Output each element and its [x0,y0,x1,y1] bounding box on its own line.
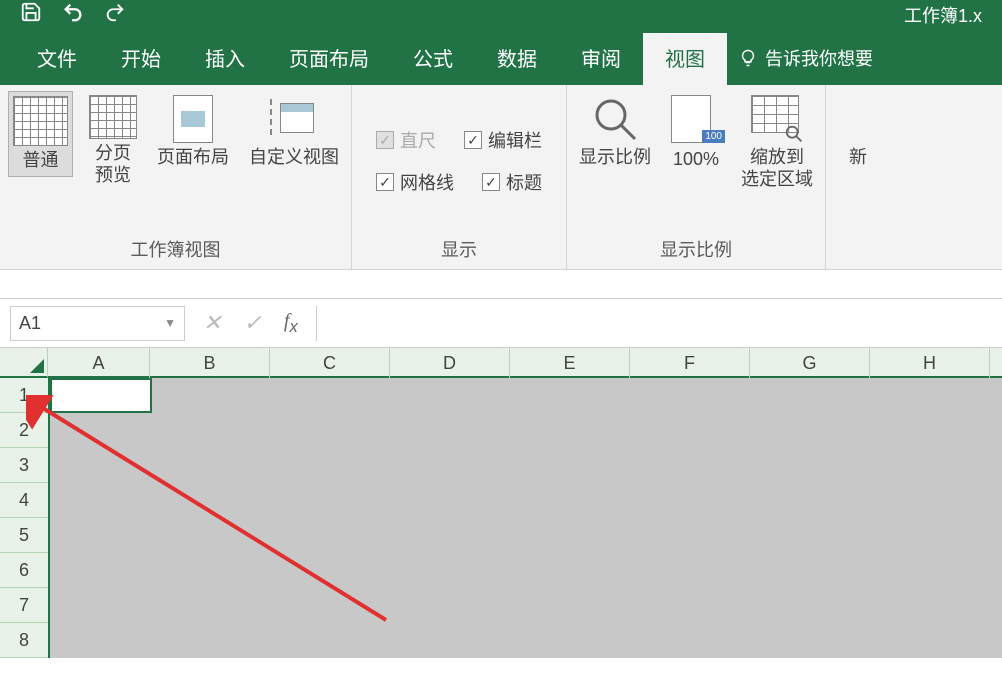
formula-bar-label: 编辑栏 [488,127,542,153]
cell-a1[interactable] [50,378,152,413]
normal-view-label: 普通 [23,150,59,172]
column-header[interactable]: F [630,348,750,378]
custom-views-button[interactable]: 自定义视图 [245,91,343,173]
column-header[interactable]: C [270,348,390,378]
gridlines-label: 网格线 [400,169,454,195]
column-header[interactable]: G [750,348,870,378]
tab-review[interactable]: 审阅 [559,33,643,82]
zoom-label: 显示比例 [579,147,651,169]
zoom-group-label: 显示比例 [575,231,817,267]
headings-checkbox[interactable]: ✓ 标题 [478,161,546,203]
zoom-to-selection-button[interactable]: 缩放到 选定区域 [737,91,817,194]
quick-access-toolbar [20,1,126,29]
zoom-selection-icon [751,95,803,143]
new-window-label: 新 [849,147,867,169]
column-header[interactable]: A [48,348,150,378]
menubar: 文件 开始 插入 页面布局 公式 数据 审阅 视图 告诉我你想要 [0,30,1002,85]
checkbox-icon: ✓ [464,131,482,149]
tell-me-search[interactable]: 告诉我你想要 [727,45,885,71]
row-header[interactable]: 4 [0,483,48,518]
tab-home[interactable]: 开始 [99,33,183,82]
name-box-value: A1 [19,313,41,334]
row-header[interactable]: 8 [0,623,48,658]
checkbox-icon: ✓ [482,173,500,191]
tab-insert[interactable]: 插入 [183,33,267,82]
formula-bar-controls: ✕ ✓ fx [185,310,316,337]
custom-view-icon [270,95,318,143]
workbook-views-group-label: 工作簿视图 [8,231,343,267]
ribbon-group-workbook-views: 普通 分页 预览 页面布局 自定义视图 工作簿视图 [0,85,352,269]
magnifier-icon [591,95,639,143]
zoom-button[interactable]: 显示比例 [575,91,655,173]
tab-view[interactable]: 视图 [643,33,727,92]
ribbon-group-zoom: 显示比例 100 100% 缩放到 选定区域 显示比例 [567,85,826,269]
zoom-100-label: 100% [673,149,719,171]
workbook-title: 工作簿1.x [904,2,982,28]
formula-bar-checkbox[interactable]: ✓ 编辑栏 [460,119,546,161]
row-header[interactable]: 5 [0,518,48,553]
ribbon-group-window: 新 [826,85,890,269]
ribbon-group-show: ✓ 直尺 ✓ 编辑栏 ✓ 网格线 ✓ 标题 显示 [352,85,567,269]
window-icon [838,95,878,143]
page-layout-view-label: 页面布局 [157,147,229,169]
page-break-preview-button[interactable]: 分页 预览 [85,91,141,190]
column-header[interactable]: H [870,348,990,378]
row-headers: 1 2 3 4 5 6 7 8 [0,378,50,658]
column-headers: A B C D E F G H [0,348,1002,378]
ribbon: 普通 分页 预览 页面布局 自定义视图 工作簿视图 ✓ 直尺 [0,85,1002,270]
custom-views-label: 自定义视图 [249,147,339,169]
cell-grid[interactable] [50,378,1002,658]
page-100-icon: 100 [671,95,721,145]
row-header[interactable]: 1 [0,378,48,413]
row-header[interactable]: 2 [0,413,48,448]
chevron-down-icon[interactable]: ▼ [164,316,176,330]
column-header[interactable]: D [390,348,510,378]
tab-file[interactable]: 文件 [15,33,99,82]
headings-label: 标题 [506,169,542,195]
enter-icon: ✓ [243,310,261,336]
row-header[interactable]: 6 [0,553,48,588]
fx-icon[interactable]: fx [284,310,298,337]
checkbox-icon: ✓ [376,131,394,149]
redo-icon[interactable] [104,1,126,29]
formula-bar-row: A1 ▼ ✕ ✓ fx [0,298,1002,348]
save-icon[interactable] [20,1,42,29]
page-icon [173,95,213,143]
column-header[interactable]: B [150,348,270,378]
gridlines-checkbox[interactable]: ✓ 网格线 [372,161,458,203]
row-header[interactable]: 7 [0,588,48,623]
new-window-button[interactable]: 新 [834,91,882,173]
lightbulb-icon [739,49,757,67]
page-layout-view-button[interactable]: 页面布局 [153,91,233,173]
tell-me-label: 告诉我你想要 [765,45,873,71]
ruler-label: 直尺 [400,127,436,153]
show-group-label: 显示 [372,231,546,267]
tab-page-layout[interactable]: 页面布局 [267,33,391,82]
tab-formulas[interactable]: 公式 [391,33,475,82]
normal-view-button[interactable]: 普通 [8,91,73,177]
checkbox-icon: ✓ [376,173,394,191]
cancel-icon: ✕ [203,310,221,336]
tab-data[interactable]: 数据 [475,33,559,82]
undo-icon[interactable] [60,1,86,29]
grid-icon [13,96,68,146]
spreadsheet-area: A B C D E F G H 1 2 3 4 5 6 7 8 [0,348,1002,658]
name-box[interactable]: A1 ▼ [10,306,185,341]
ruler-checkbox: ✓ 直尺 [372,119,440,161]
zoom-selection-label: 缩放到 选定区域 [741,147,813,190]
row-header[interactable]: 3 [0,448,48,483]
titlebar: 工作簿1.x [0,0,1002,30]
grid-icon [89,95,137,139]
zoom-100-button[interactable]: 100 100% [667,91,725,175]
column-header[interactable]: E [510,348,630,378]
select-all-button[interactable] [0,348,48,378]
formula-input[interactable] [316,306,1002,341]
page-break-label: 分页 预览 [95,143,131,186]
